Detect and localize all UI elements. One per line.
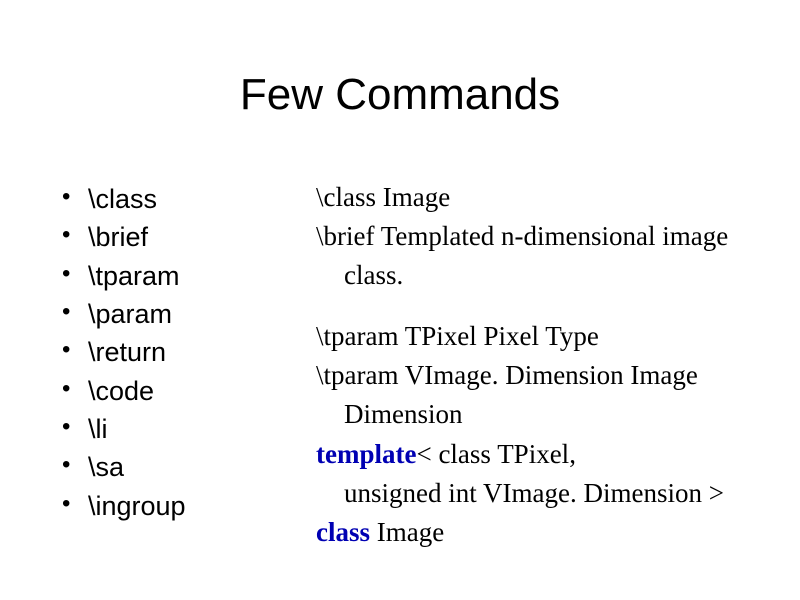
slide-title: Few Commands	[0, 70, 800, 120]
slide: Few Commands \class \brief \tparam \para…	[0, 0, 800, 600]
example-line: \class Image	[316, 180, 760, 215]
command-text: \brief	[88, 222, 148, 252]
list-item: \tparam	[56, 257, 316, 295]
slide-body: \class \brief \tparam \param \return \co…	[56, 180, 760, 554]
example-text: Image	[376, 182, 450, 212]
list-item: \class	[56, 180, 316, 218]
command-text: \ingroup	[88, 491, 186, 521]
list-item: \brief	[56, 218, 316, 256]
example-cmd: \class	[316, 182, 376, 212]
command-text: \code	[88, 376, 154, 406]
list-item: \param	[56, 295, 316, 333]
example-text: VImage. Dimension Image	[398, 360, 697, 390]
command-text: \class	[88, 184, 157, 214]
command-text: \li	[88, 414, 108, 444]
list-item: \sa	[56, 448, 316, 486]
example-cmd: \tparam	[316, 360, 398, 390]
list-item: \return	[56, 333, 316, 371]
example-text: < class TPixel,	[416, 439, 575, 469]
command-text: \sa	[88, 452, 124, 482]
example-line: class Image	[316, 515, 760, 550]
commands-list: \class \brief \tparam \param \return \co…	[56, 180, 316, 525]
example-text: unsigned int VImage. Dimension >	[344, 478, 724, 508]
blank-line	[316, 297, 760, 319]
example-line: \brief Templated n-dimensional image	[316, 219, 760, 254]
list-item: \ingroup	[56, 487, 316, 525]
command-text: \tparam	[88, 261, 180, 291]
example-line-indent: unsigned int VImage. Dimension >	[344, 476, 760, 511]
commands-column: \class \brief \tparam \param \return \co…	[56, 180, 316, 554]
command-text: \param	[88, 299, 172, 329]
example-cmd: \tparam	[316, 321, 398, 351]
keyword-template: template	[316, 439, 416, 469]
example-text: Templated n-dimensional image	[374, 221, 728, 251]
keyword-class: class	[316, 517, 377, 547]
example-column: \class Image \brief Templated n-dimensio…	[316, 180, 760, 554]
example-line-indent: Dimension	[344, 397, 760, 432]
example-line-indent: class.	[344, 258, 760, 293]
example-text: TPixel Pixel Type	[398, 321, 598, 351]
example-line: template< class TPixel,	[316, 437, 760, 472]
command-text: \return	[88, 337, 166, 367]
example-line: \tparam VImage. Dimension Image	[316, 358, 760, 393]
example-text: Image	[377, 517, 444, 547]
example-text: Dimension	[344, 399, 463, 429]
example-line: \tparam TPixel Pixel Type	[316, 319, 760, 354]
example-text: class.	[344, 260, 403, 290]
example-cmd: \brief	[316, 221, 374, 251]
list-item: \code	[56, 372, 316, 410]
list-item: \li	[56, 410, 316, 448]
